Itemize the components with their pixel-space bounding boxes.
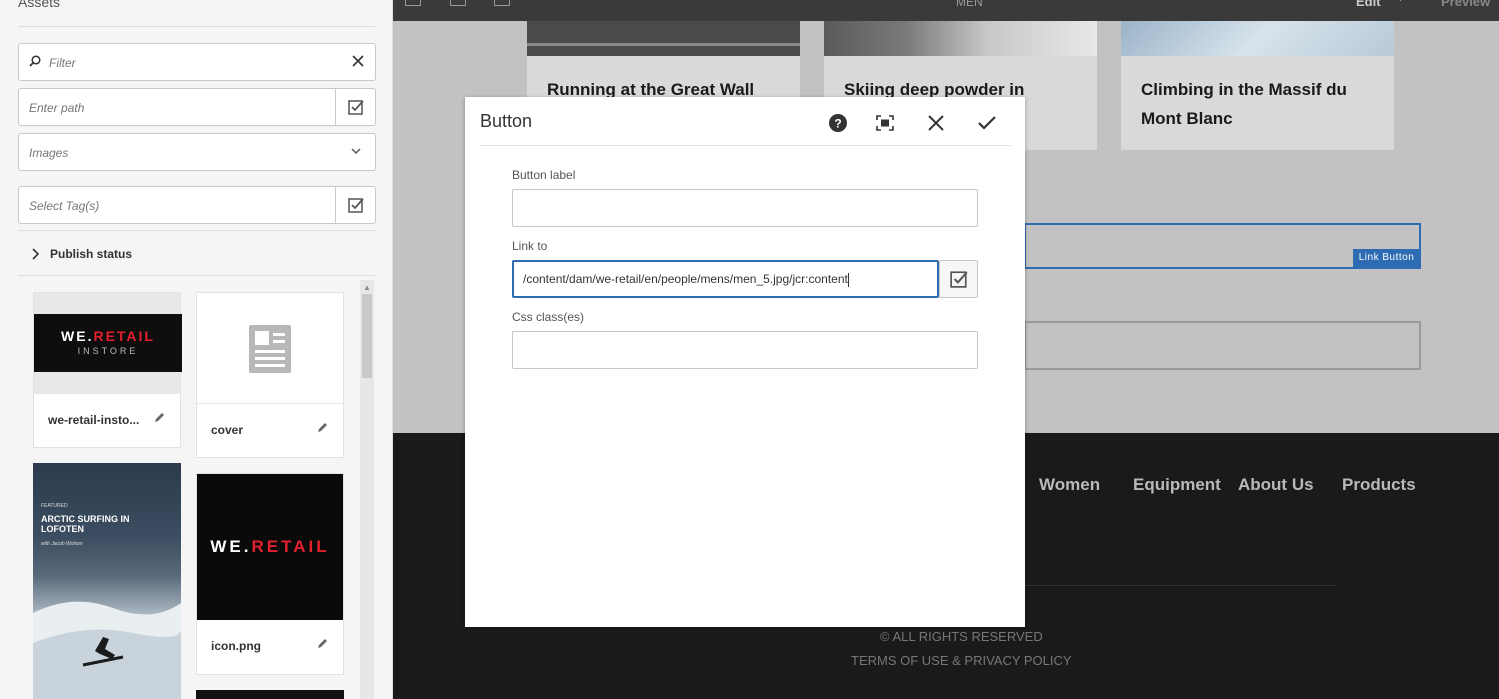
annotate-icon[interactable] [494, 0, 510, 6]
asset-thumbnail: WE.RETAIL [197, 474, 343, 620]
edit-icon[interactable] [153, 411, 166, 429]
path-picker-button[interactable] [335, 89, 375, 125]
scrollbar[interactable]: ▲ [360, 280, 374, 699]
placeholder-component[interactable] [1024, 321, 1421, 370]
asset-name: icon.png [211, 639, 261, 653]
we-retail-logo: WE.RETAIL [210, 537, 330, 556]
editor-toolbar: MEN Edit ▼ Preview [393, 0, 1499, 21]
filter-input[interactable]: Filter [18, 43, 376, 81]
publish-status-toggle[interactable]: Publish status [18, 230, 375, 276]
close-icon[interactable] [924, 111, 948, 135]
dialog-title: Button [480, 111, 533, 131]
footer-nav-about-us[interactable]: About Us [1238, 475, 1314, 495]
copyright-text: © ALL RIGHTS RESERVED [880, 629, 1043, 644]
scroll-up-icon[interactable]: ▲ [363, 283, 371, 292]
component-tag: Link Button [1353, 249, 1420, 267]
image-detail [527, 43, 800, 46]
dialog-divider [480, 145, 1011, 146]
document-icon [249, 325, 291, 378]
asset-card[interactable]: WE.RETAIL icon.png [196, 473, 344, 675]
link-to-value: /content/dam/we-retail/en/people/mens/me… [523, 272, 849, 287]
css-class-input[interactable] [512, 331, 978, 369]
asset-thumbnail [197, 293, 343, 404]
path-placeholder: Enter path [29, 101, 85, 115]
svg-text:?: ? [834, 117, 841, 131]
css-class-label: Css class(es) [512, 310, 585, 324]
asset-card[interactable]: WE.RETAIL INSTORE we-retail-insto... [33, 292, 182, 448]
path-field[interactable]: Enter path [18, 88, 376, 126]
preview-button[interactable]: Preview [1441, 0, 1490, 9]
properties-icon[interactable] [450, 0, 466, 6]
filter-placeholder: Filter [49, 56, 76, 70]
type-select[interactable]: Images [18, 133, 376, 171]
checkmark-icon[interactable] [975, 111, 999, 135]
type-select-value: Images [29, 146, 69, 160]
footer-divider [1024, 585, 1337, 586]
footer-nav-women[interactable]: Women [1039, 475, 1100, 495]
feature-title: ARCTIC SURFING IN LOFOTEN [41, 514, 130, 534]
article-image [824, 21, 1097, 56]
article-image [1121, 21, 1394, 56]
scrollbar-thumb[interactable] [362, 294, 372, 378]
asset-name: cover [211, 423, 244, 437]
clear-icon[interactable] [351, 54, 365, 71]
terms-link[interactable]: TERMS OF USE & PRIVACY POLICY [851, 653, 1072, 668]
feature-byline: with Jacob Wolson [41, 541, 83, 547]
mode-dropdown[interactable]: Edit [1356, 0, 1381, 9]
search-icon [29, 55, 41, 70]
link-to-label: Link to [512, 239, 548, 253]
asset-name: we-retail-insto... [48, 413, 140, 427]
featured-label: FEATURED [41, 503, 68, 509]
footer-nav-products[interactable]: Products [1342, 475, 1416, 495]
link-to-input[interactable]: /content/dam/we-retail/en/people/mens/me… [512, 260, 939, 298]
chevron-down-icon [351, 145, 361, 159]
chevron-down-icon: ▼ [1396, 0, 1405, 3]
article-card[interactable]: Climbing in the Massif du Mont Blanc [1121, 21, 1394, 150]
tags-picker-button[interactable] [335, 187, 375, 223]
asset-thumbnail: FEATURED ARCTIC SURFING IN LOFOTEN with … [33, 463, 181, 699]
asset-card[interactable] [196, 690, 344, 699]
help-icon[interactable]: ? [826, 111, 850, 135]
we-retail-logo: WE.RETAIL INSTORE [34, 314, 182, 372]
edit-icon[interactable] [316, 421, 329, 439]
divider [18, 26, 375, 27]
side-panel-icon[interactable] [405, 0, 421, 6]
logo-text: WE.RETAIL [61, 328, 155, 344]
asset-card[interactable]: FEATURED ARCTIC SURFING IN LOFOTEN with … [33, 463, 181, 699]
fullscreen-icon[interactable] [873, 111, 897, 135]
chevron-right-icon [30, 247, 40, 265]
surfer-image [33, 601, 181, 699]
tags-field[interactable]: Select Tag(s) [18, 186, 376, 224]
publish-status-label: Publish status [50, 247, 133, 261]
edit-icon[interactable] [316, 637, 329, 655]
asset-card[interactable]: cover [196, 292, 344, 458]
checklist-icon [347, 198, 364, 213]
article-image [527, 21, 800, 56]
button-label-label: Button label [512, 168, 576, 182]
tags-placeholder: Select Tag(s) [29, 199, 100, 213]
path-browser-button[interactable] [939, 260, 978, 298]
logo-subtext: INSTORE [77, 346, 139, 356]
article-title: Climbing in the Massif du Mont Blanc [1141, 80, 1347, 128]
button-dialog: Button ? Button label Link to /content/d… [465, 97, 1025, 627]
footer-nav-equipment[interactable]: Equipment [1133, 475, 1221, 495]
assets-panel: Assets Filter Enter path Images Select T… [0, 0, 393, 699]
panel-title: Assets [18, 0, 61, 10]
checklist-icon [949, 271, 968, 288]
button-label-input[interactable] [512, 189, 978, 227]
asset-thumbnail: WE.RETAIL INSTORE [34, 293, 182, 394]
page-title: MEN [956, 0, 983, 9]
checklist-icon [347, 100, 364, 115]
